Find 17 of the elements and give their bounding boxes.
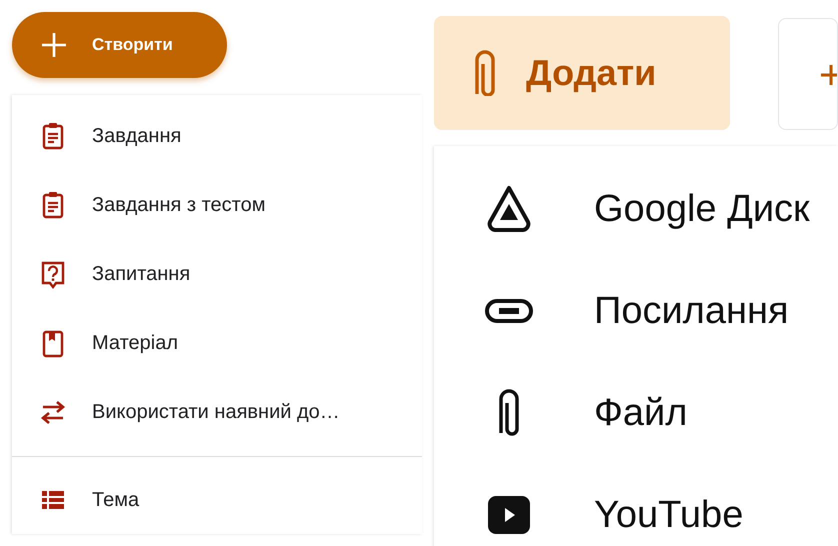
menu-item[interactable]: Тема bbox=[12, 465, 422, 534]
menu-item[interactable]: YouTube bbox=[434, 464, 838, 546]
menu-item[interactable]: Завдання з тестом bbox=[12, 170, 422, 239]
add-button[interactable]: Додати bbox=[434, 16, 730, 130]
menu-item[interactable]: Запитання bbox=[12, 239, 422, 308]
menu-item[interactable]: Файл bbox=[434, 362, 838, 464]
menu-item[interactable]: Посилання bbox=[434, 260, 838, 362]
toolbar-button[interactable] bbox=[778, 18, 838, 130]
plus-icon bbox=[42, 33, 66, 57]
menu-item[interactable]: Google Диск bbox=[434, 158, 838, 260]
paperclip-icon bbox=[474, 50, 496, 96]
paperclip-icon bbox=[498, 388, 520, 438]
plus-icon bbox=[821, 65, 837, 85]
menu-item[interactable]: Матеріал bbox=[12, 308, 422, 377]
menu-item[interactable]: Використати наявний до… bbox=[12, 377, 422, 446]
create-button[interactable]: Створити bbox=[12, 12, 227, 78]
menu-item[interactable]: Завдання bbox=[12, 101, 422, 170]
